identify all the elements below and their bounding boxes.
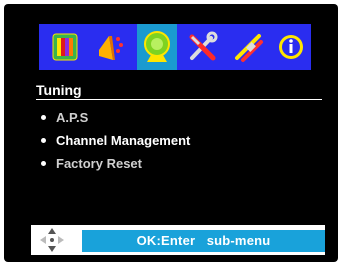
navigation-arrows-icon <box>40 228 64 252</box>
menu-item-channel-management[interactable]: Channel Management <box>41 129 190 152</box>
tab-connection[interactable] <box>229 30 269 64</box>
satellite-dish-icon <box>144 31 170 62</box>
tools-icon <box>189 31 218 61</box>
bullet-icon <box>41 115 46 120</box>
tab-tuning[interactable] <box>137 24 177 70</box>
menu-item-aps[interactable]: A.P.S <box>41 106 190 129</box>
speaker-icon <box>99 36 123 60</box>
osd-screen: Tuning A.P.S Channel Management Factory … <box>4 4 338 262</box>
tab-setup[interactable] <box>183 30 223 64</box>
tab-sound[interactable] <box>91 30 131 64</box>
menu-item-factory-reset[interactable]: Factory Reset <box>41 152 190 175</box>
title-divider <box>36 99 322 100</box>
tab-picture[interactable] <box>45 30 85 64</box>
cable-plug-icon <box>235 34 263 62</box>
menu-tab-bar <box>39 24 311 70</box>
help-hint: OK:Enter sub-menu <box>82 230 325 252</box>
bullet-icon <box>41 161 46 166</box>
bullet-icon <box>41 138 46 143</box>
tab-info[interactable] <box>271 30 311 64</box>
menu-title: Tuning <box>36 82 82 98</box>
menu-list: A.P.S Channel Management Factory Reset <box>41 106 190 175</box>
menu-item-label: A.P.S <box>56 110 89 125</box>
menu-item-label: Channel Management <box>56 133 191 148</box>
menu-item-label: Factory Reset <box>56 156 142 171</box>
help-bar: OK:Enter sub-menu <box>31 225 325 255</box>
color-bars-icon <box>52 33 78 61</box>
info-icon <box>279 35 303 59</box>
